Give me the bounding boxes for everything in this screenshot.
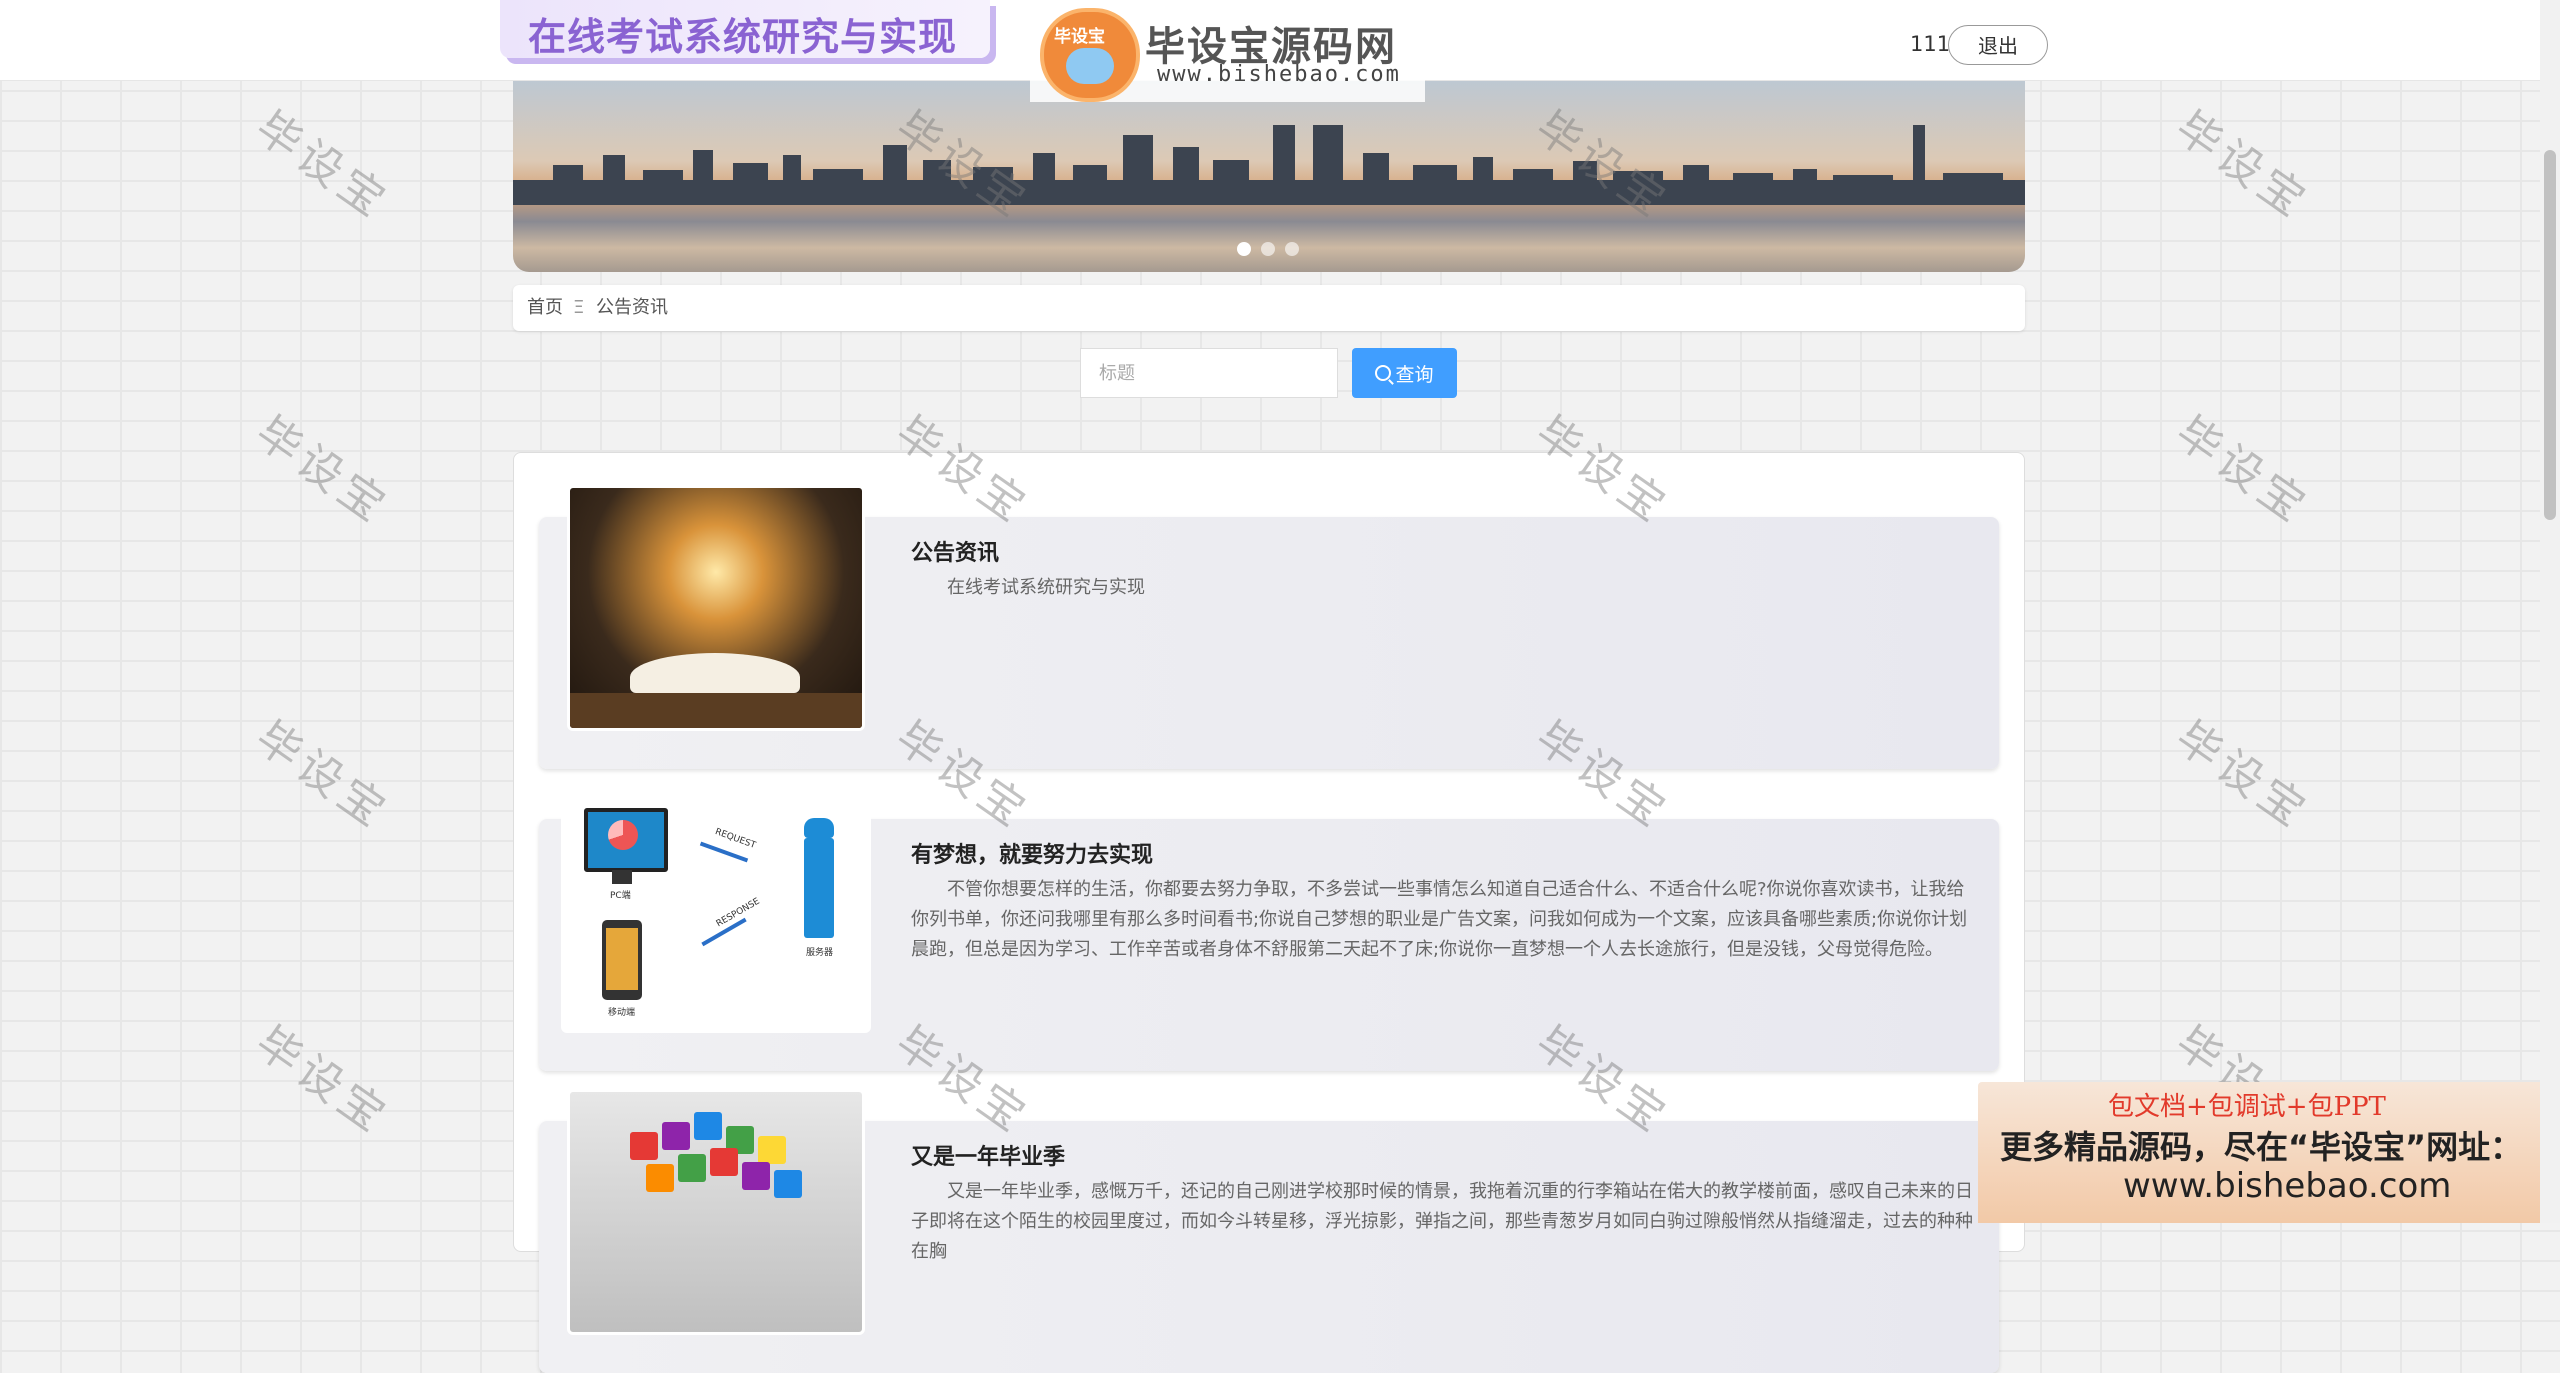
mascot-icon: 毕设宝 bbox=[1040, 8, 1140, 102]
promo-url[interactable]: www.bishebao.com bbox=[2123, 1166, 2451, 1206]
cube bbox=[678, 1154, 706, 1182]
server-label: 服务器 bbox=[806, 948, 834, 958]
cube bbox=[774, 1170, 802, 1198]
watermark: 毕设宝 bbox=[246, 711, 399, 840]
server-icon bbox=[804, 838, 834, 938]
search-button[interactable]: 查询 bbox=[1352, 348, 1457, 398]
book-table bbox=[570, 693, 862, 728]
cube bbox=[710, 1148, 738, 1176]
news-item-title[interactable]: 又是一年毕业季 bbox=[911, 1139, 1065, 1171]
pc-stand bbox=[612, 870, 632, 884]
breadcrumb-home[interactable]: 首页 bbox=[527, 285, 563, 331]
cube bbox=[742, 1162, 770, 1190]
watermark: 毕设宝 bbox=[246, 1016, 399, 1145]
news-item-summary: 不管你想要怎样的生活，你都要去努力争取，不多尝试一些事情怎么知道自己适合什么、不… bbox=[911, 879, 1968, 960]
pie-chart-icon bbox=[608, 820, 638, 850]
promo-banner[interactable]: 包文档+包调试+包PPT 更多精品源码，尽在“毕设宝”网址： www.bishe… bbox=[1978, 1082, 2560, 1223]
promo-line-1: 包文档+包调试+包PPT bbox=[2108, 1092, 2386, 1122]
cube bbox=[646, 1164, 674, 1192]
news-item-title[interactable]: 公告资讯 bbox=[911, 535, 999, 567]
news-item[interactable]: 公告资讯 在线考试系统研究与实现 bbox=[539, 485, 1999, 769]
logo-badge-text: 毕设宝 bbox=[1054, 27, 1105, 47]
breadcrumb-current: 公告资讯 bbox=[596, 297, 668, 318]
watermark: 毕设宝 bbox=[246, 101, 399, 230]
site-title: 在线考试系统研究与实现 bbox=[528, 15, 958, 59]
watermark: 毕设宝 bbox=[2166, 101, 2319, 230]
promo-line-2: 更多精品源码，尽在“毕设宝”网址： bbox=[2000, 1128, 2523, 1166]
news-item[interactable]: 又是一年毕业季 又是一年毕业季，感慨万千，还记的自己刚进学校那时候的情景，我拖着… bbox=[539, 1089, 1999, 1373]
cloud-icon bbox=[804, 818, 834, 838]
scrollbar-thumb[interactable] bbox=[2544, 150, 2556, 520]
cube bbox=[694, 1112, 722, 1140]
page-scrollbar[interactable] bbox=[2540, 0, 2560, 1223]
breadcrumb-separator: Ξ bbox=[573, 297, 585, 318]
bishebao-logo: 毕设宝 毕设宝源码网 www.bishebao.com bbox=[1030, 2, 1425, 102]
watermark: 毕设宝 bbox=[2166, 711, 2319, 840]
username: 111 bbox=[1910, 32, 1951, 56]
pc-label: PC端 bbox=[610, 891, 631, 901]
news-item[interactable]: PC端 REQUEST RESPONSE 移动端 服务器 有梦想，就要努力去实现… bbox=[539, 787, 1999, 1071]
carousel-dot-1[interactable] bbox=[1237, 242, 1251, 256]
request-label: REQUEST bbox=[713, 827, 757, 851]
breadcrumb: 首页 Ξ 公告资讯 bbox=[513, 285, 2025, 331]
cube bbox=[662, 1122, 690, 1150]
cube bbox=[758, 1136, 786, 1164]
carousel-dot-3[interactable] bbox=[1285, 242, 1299, 256]
mobile-label: 移动端 bbox=[608, 1008, 636, 1018]
logo-url: www.bishebao.com bbox=[1157, 62, 1401, 87]
book-thumbnail bbox=[567, 485, 865, 731]
logout-button[interactable]: 退出 bbox=[1948, 25, 2048, 65]
news-item-summary: 在线考试系统研究与实现 bbox=[947, 577, 1145, 598]
news-item-summary: 又是一年毕业季，感慨万千，还记的自己刚进学校那时候的情景，我拖着沉重的行李箱站在… bbox=[911, 1181, 1973, 1262]
city-skyline-image bbox=[513, 125, 2025, 205]
mobile-screen bbox=[606, 928, 638, 990]
watermark: 毕设宝 bbox=[246, 406, 399, 535]
mascot-face bbox=[1066, 48, 1114, 84]
search-button-label: 查询 bbox=[1395, 363, 1434, 386]
cube bbox=[630, 1132, 658, 1160]
watermark: 毕设宝 bbox=[2166, 406, 2319, 535]
news-item-title[interactable]: 有梦想，就要努力去实现 bbox=[911, 837, 1153, 869]
carousel-dot-2[interactable] bbox=[1261, 242, 1275, 256]
open-book-icon bbox=[630, 653, 800, 693]
news-list: 公告资讯 在线考试系统研究与实现 PC端 REQUEST RESPONSE 移动… bbox=[513, 452, 2025, 1373]
cubes-thumbnail bbox=[567, 1089, 865, 1335]
search-icon bbox=[1375, 365, 1392, 381]
title-search-input[interactable] bbox=[1080, 348, 1338, 398]
network-thumbnail: PC端 REQUEST RESPONSE 移动端 服务器 bbox=[561, 787, 871, 1033]
